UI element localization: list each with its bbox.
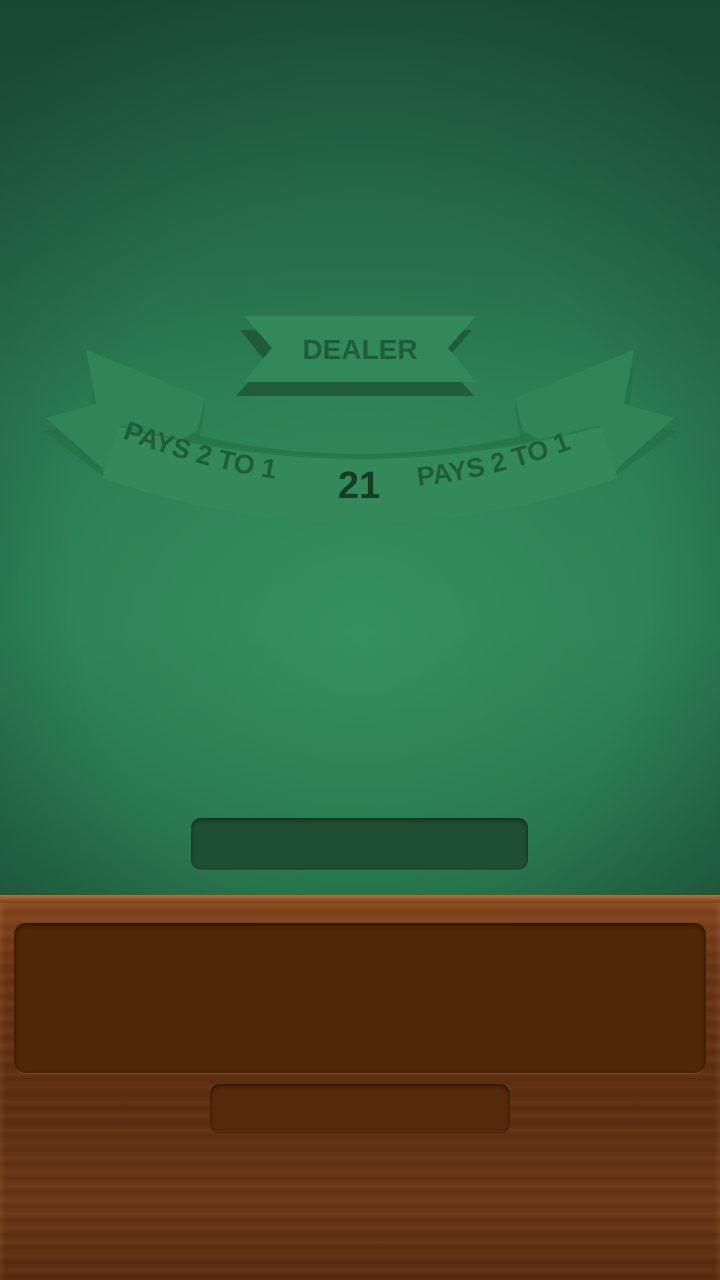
player-balance-slot [210, 1084, 510, 1134]
table-banner: DEALER PAYS 2 TO 1 PAYS 2 TO 1 21 [44, 316, 676, 523]
wooden-rail-edge [0, 895, 720, 903]
blackjack-table-screen: DEALER PAYS 2 TO 1 PAYS 2 TO 1 21 [0, 0, 720, 1280]
dealer-label: DEALER [302, 334, 417, 365]
player-controls-panel [14, 923, 706, 1073]
dealer-status-slot [191, 818, 528, 870]
center-value-21: 21 [338, 465, 380, 507]
